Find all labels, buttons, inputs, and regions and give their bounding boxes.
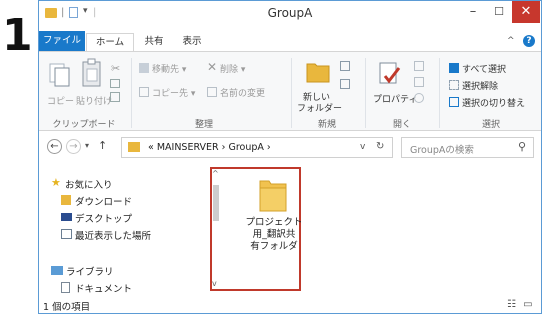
new-group-label: 新規 bbox=[317, 120, 336, 130]
desktop-icon bbox=[61, 213, 72, 221]
search-icon[interactable]: ⚲ bbox=[518, 140, 526, 153]
navigation-bar: ← → ▾ ↑ « MAINSERVER › GroupA › v ↻ Grou… bbox=[47, 137, 534, 158]
help-icon[interactable]: ? bbox=[523, 35, 535, 47]
properties-button[interactable]: プロパティ bbox=[373, 92, 417, 105]
forward-button[interactable]: → bbox=[66, 139, 81, 154]
group-separator bbox=[131, 58, 132, 128]
group-separator bbox=[365, 58, 366, 128]
new-folder-icon bbox=[305, 58, 331, 84]
large-icons-view-icon[interactable]: ▭ bbox=[523, 299, 532, 310]
move-to-button[interactable]: 移動先 ▾ bbox=[152, 62, 186, 75]
copy-button[interactable]: コピー bbox=[47, 94, 74, 107]
folder-name-line-1: プロジェクト bbox=[245, 217, 303, 228]
address-dropdown-icon[interactable]: v bbox=[360, 142, 365, 152]
select-none-icon bbox=[449, 80, 459, 90]
tab-view[interactable]: 表示 bbox=[177, 33, 207, 51]
close-button[interactable]: ✕ bbox=[512, 1, 540, 23]
rename-icon bbox=[207, 87, 217, 97]
minimize-button[interactable]: – bbox=[460, 1, 486, 23]
folder-icon[interactable] bbox=[257, 177, 289, 215]
back-button[interactable]: ← bbox=[47, 139, 62, 154]
paste-icon bbox=[81, 58, 103, 90]
nav-item-downloads[interactable]: ダウンロード bbox=[75, 194, 132, 208]
rename-button[interactable]: 名前の変更 bbox=[220, 86, 265, 99]
recent-locations-icon[interactable]: ▾ bbox=[85, 141, 89, 150]
nav-item-libraries[interactable]: ライブラリ bbox=[66, 264, 114, 278]
folder-name-line-3: 有フォルダ bbox=[250, 241, 298, 252]
nav-item-recent-places[interactable]: 最近表示した場所 bbox=[75, 228, 151, 242]
copy-to-icon bbox=[139, 87, 149, 97]
folder-name-line-2: 用_翻訳共 bbox=[252, 229, 296, 240]
details-view-icon[interactable]: ☷ bbox=[507, 299, 516, 310]
address-path[interactable]: « MAINSERVER › GroupA › bbox=[148, 142, 271, 153]
search-box[interactable]: GroupAの検索 ⚲ bbox=[401, 137, 534, 158]
delete-icon: ✕ bbox=[207, 60, 218, 74]
group-separator bbox=[291, 58, 292, 128]
copy-icon bbox=[49, 60, 71, 90]
address-box[interactable]: « MAINSERVER › GroupA › v ↻ bbox=[121, 137, 393, 158]
tab-file[interactable]: ファイル bbox=[39, 31, 85, 51]
clipboard-group-label: クリップボード bbox=[52, 120, 116, 130]
copy-to-button[interactable]: コピー先 ▾ bbox=[152, 86, 195, 99]
refresh-icon[interactable]: ↻ bbox=[376, 141, 384, 152]
folder-name[interactable]: プロジェクト 用_翻訳共 有フォルダ bbox=[242, 217, 306, 253]
maximize-button[interactable]: ☐ bbox=[486, 1, 512, 23]
history-icon[interactable] bbox=[414, 93, 424, 103]
paste-shortcut-icon[interactable] bbox=[110, 92, 120, 102]
up-button[interactable]: ↑ bbox=[98, 139, 107, 152]
edit-icon[interactable] bbox=[414, 77, 424, 87]
libraries-icon bbox=[51, 266, 63, 275]
documents-icon bbox=[61, 282, 70, 293]
star-icon: ★ bbox=[51, 176, 61, 189]
tab-home[interactable]: ホーム bbox=[86, 33, 134, 52]
new-folder-button-line2[interactable]: フォルダー bbox=[297, 101, 342, 114]
select-group-label: 選択 bbox=[481, 120, 500, 130]
search-input[interactable]: GroupAの検索 bbox=[410, 142, 474, 156]
organize-group-label: 整理 bbox=[194, 120, 213, 130]
select-all-icon bbox=[449, 63, 459, 73]
folder-icon bbox=[128, 142, 140, 152]
properties-icon bbox=[377, 60, 403, 86]
paste-button[interactable]: 貼り付け bbox=[76, 94, 112, 107]
nav-item-favorites[interactable]: お気に入り bbox=[65, 177, 113, 191]
cut-icon[interactable]: ✂ bbox=[111, 62, 120, 75]
select-none-button[interactable]: 選択解除 bbox=[462, 79, 498, 92]
new-item-icon[interactable] bbox=[340, 61, 350, 71]
step-number: 1 bbox=[2, 10, 33, 61]
view-toggle-icons[interactable]: ☷ ▭ bbox=[507, 299, 533, 310]
ribbon: コピー 貼り付け ✂ クリップボード 移動先 ▾ ✕ 削除 ▾ コピー先 ▾ 名… bbox=[39, 51, 541, 131]
title-bar: | ▾ | GroupA – ☐ ✕ bbox=[39, 1, 541, 28]
ribbon-tab-bar: ファイル ホーム 共有 表示 ^ ? bbox=[39, 30, 541, 52]
item-count: 1 個の項目 bbox=[43, 302, 91, 313]
recent-places-icon bbox=[61, 229, 72, 239]
group-separator bbox=[439, 58, 440, 128]
open-group-label: 開く bbox=[392, 120, 411, 130]
tab-share[interactable]: 共有 bbox=[139, 33, 169, 51]
delete-button[interactable]: 削除 ▾ bbox=[220, 62, 245, 75]
select-all-button[interactable]: すべて選択 bbox=[462, 62, 506, 75]
invert-selection-button[interactable]: 選択の切り替え bbox=[462, 96, 525, 109]
invert-selection-icon bbox=[449, 97, 459, 107]
explorer-window: | ▾ | GroupA – ☐ ✕ ファイル ホーム 共有 表示 ^ ? コピ… bbox=[38, 0, 542, 314]
move-to-icon bbox=[139, 63, 149, 73]
copy-path-icon[interactable] bbox=[110, 79, 120, 88]
collapse-ribbon-icon[interactable]: ^ bbox=[507, 36, 515, 46]
easy-access-icon[interactable] bbox=[340, 79, 350, 89]
open-icon[interactable] bbox=[414, 61, 424, 71]
status-bar: 1 個の項目 ☷ ▭ bbox=[39, 297, 541, 313]
downloads-icon bbox=[61, 195, 71, 205]
nav-item-documents[interactable]: ドキュメント bbox=[75, 281, 132, 295]
nav-item-desktop[interactable]: デスクトップ bbox=[75, 211, 132, 225]
